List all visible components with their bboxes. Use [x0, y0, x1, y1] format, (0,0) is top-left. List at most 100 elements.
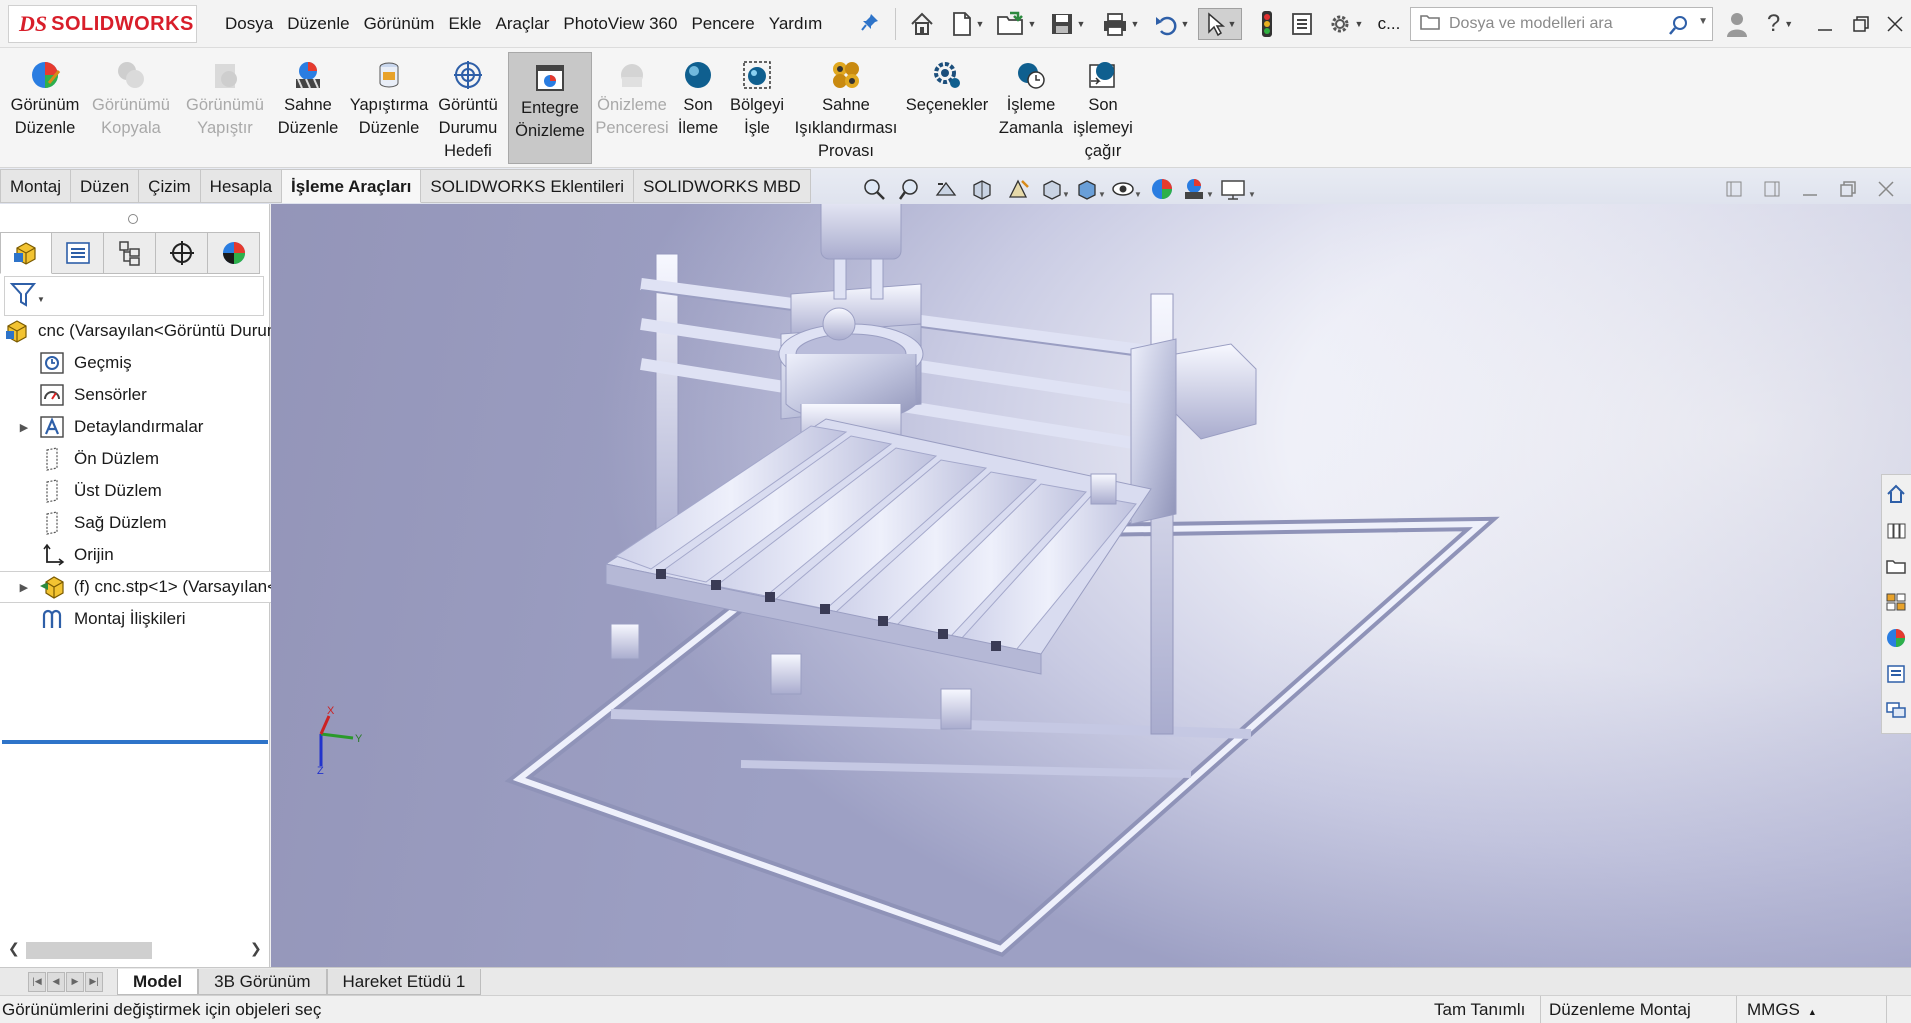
- design-library-icon[interactable]: [1882, 513, 1910, 547]
- pin-menu-icon[interactable]: [860, 12, 880, 32]
- edit-decal-button[interactable]: Yapıştırma Düzenle: [346, 50, 432, 140]
- featuremanager-tab-icon[interactable]: [0, 232, 52, 274]
- menu-edit[interactable]: Düzenle: [280, 14, 356, 34]
- menu-help[interactable]: Yardım: [762, 14, 830, 34]
- tab-assembly[interactable]: Montaj: [0, 169, 72, 203]
- paste-appearance-button[interactable]: Görünümü Yapıştır: [180, 50, 270, 140]
- menu-photoview[interactable]: PhotoView 360: [556, 14, 684, 34]
- tab-layout[interactable]: Düzen: [71, 169, 140, 203]
- cnc-model-render[interactable]: [271, 204, 1911, 967]
- units-dropdown-icon[interactable]: ▲: [1808, 1007, 1817, 1017]
- scene-illumination-proof-button[interactable]: Sahne Işıklandırması Provası: [792, 50, 900, 163]
- hide-show-items-icon[interactable]: ▼: [1110, 175, 1142, 203]
- tree-item-top-plane[interactable]: Üst Düzlem: [0, 475, 270, 507]
- horizontal-scrollbar[interactable]: ❮ ❯: [0, 937, 268, 963]
- tree-item-sensors[interactable]: Sensörler: [0, 379, 270, 411]
- rebuild-traffic-light-icon[interactable]: [1254, 8, 1280, 40]
- minimize-document-icon[interactable]: [1795, 176, 1825, 202]
- solidworks-resources-icon[interactable]: [1882, 477, 1910, 511]
- solidworks-logo[interactable]: DS SOLIDWORKS: [8, 5, 197, 43]
- search-dropdown-icon[interactable]: ▼: [1698, 16, 1708, 27]
- view-palette-icon[interactable]: [1882, 585, 1910, 619]
- restore-document-icon[interactable]: [1833, 176, 1863, 202]
- tab-sketch[interactable]: Çizim: [139, 169, 201, 203]
- graphics-area[interactable]: X Y Z: [271, 204, 1911, 967]
- file-explorer-icon[interactable]: [1882, 549, 1910, 583]
- section-view-icon[interactable]: [966, 175, 998, 203]
- schedule-render-button[interactable]: İşleme Zamanla: [994, 50, 1068, 140]
- new-document-icon[interactable]: ▼: [945, 8, 989, 40]
- menu-view[interactable]: Görünüm: [357, 14, 442, 34]
- status-units[interactable]: MMGS ▲: [1736, 996, 1886, 1023]
- zoom-to-fit-icon[interactable]: [858, 175, 890, 203]
- tab-render-tools[interactable]: İşleme Araçları: [282, 169, 422, 203]
- restore-window-icon[interactable]: [1846, 10, 1876, 38]
- tab-evaluate[interactable]: Hesapla: [200, 169, 283, 203]
- tab-3d-views[interactable]: 3B Görünüm: [198, 969, 327, 995]
- save-icon[interactable]: ▼: [1044, 8, 1090, 40]
- minimize-window-icon[interactable]: [1810, 10, 1840, 38]
- scrollbar-thumb[interactable]: [26, 942, 152, 959]
- filter-icon[interactable]: ▼: [9, 280, 47, 313]
- file-properties-icon[interactable]: [1286, 8, 1318, 40]
- display-style-icon[interactable]: ▼: [1074, 175, 1106, 203]
- print-icon[interactable]: ▼: [1096, 8, 1144, 40]
- edit-appearance-hud-icon[interactable]: [1146, 175, 1178, 203]
- scroll-right-icon[interactable]: ❯: [250, 940, 262, 957]
- prev-tab-icon[interactable]: ◀: [47, 971, 65, 992]
- appearances-scenes-icon[interactable]: [1882, 621, 1910, 655]
- menu-file[interactable]: Dosya: [218, 14, 280, 34]
- custom-properties-icon[interactable]: [1882, 657, 1910, 691]
- tree-item-history[interactable]: Geçmiş: [0, 347, 270, 379]
- panel-resize-handle[interactable]: [128, 214, 138, 224]
- first-tab-icon[interactable]: |◀: [28, 971, 46, 992]
- resize-grip-icon[interactable]: [1886, 996, 1911, 1023]
- quick-access-truncated[interactable]: c...: [1374, 8, 1404, 40]
- expand-right-icon[interactable]: [1757, 176, 1787, 202]
- tab-motion-study[interactable]: Hareket Etüdü 1: [326, 969, 482, 995]
- displaymanager-tab-icon[interactable]: [208, 232, 260, 274]
- recall-last-render-button[interactable]: Son işlemeyi çağır: [1070, 50, 1136, 163]
- menu-tools[interactable]: Araçlar: [489, 14, 557, 34]
- edit-scene-button[interactable]: Sahne Düzenle: [272, 50, 344, 140]
- tab-solidworks-addins[interactable]: SOLIDWORKS Eklentileri: [421, 169, 635, 203]
- dimxpertmanager-tab-icon[interactable]: [156, 232, 208, 274]
- undo-icon[interactable]: ▼: [1148, 8, 1194, 40]
- final-render-button[interactable]: Son İleme: [674, 50, 722, 140]
- menu-insert[interactable]: Ekle: [441, 14, 488, 34]
- tree-item-root-assembly[interactable]: cnc (Varsayılan<Görüntü Durumu-1>): [0, 315, 321, 347]
- tree-item-origin[interactable]: Orijin: [0, 539, 270, 571]
- user-account-icon[interactable]: [1722, 10, 1752, 38]
- help-icon[interactable]: ? ▼: [1758, 10, 1802, 38]
- last-tab-icon[interactable]: ▶|: [85, 971, 103, 992]
- open-folder-icon[interactable]: ▼: [992, 8, 1040, 40]
- preview-window-button[interactable]: Önizleme Penceresi: [592, 50, 672, 140]
- close-document-icon[interactable]: [1871, 176, 1901, 202]
- tree-item-cnc-part[interactable]: ▶ (f) cnc.stp<1> (Varsayılan<Görüntü Dur…: [0, 571, 283, 603]
- forum-icon[interactable]: [1882, 693, 1910, 727]
- rollback-bar[interactable]: [2, 740, 268, 744]
- expand-left-icon[interactable]: [1719, 176, 1749, 202]
- menu-window[interactable]: Pencere: [684, 14, 761, 34]
- dynamic-annotation-icon[interactable]: [1002, 175, 1034, 203]
- expand-arrow-icon[interactable]: ▶: [10, 581, 38, 594]
- edit-appearance-button[interactable]: Görünüm Düzenle: [4, 50, 86, 140]
- apply-scene-icon[interactable]: ▼: [1182, 175, 1214, 203]
- options-button[interactable]: Seçenekler: [904, 50, 990, 117]
- render-region-button[interactable]: Bölgeyi İşle: [726, 50, 788, 140]
- search-input[interactable]: [1449, 15, 1669, 33]
- tree-item-right-plane[interactable]: Sağ Düzlem: [0, 507, 270, 539]
- configurationmanager-tab-icon[interactable]: [104, 232, 156, 274]
- view-settings-icon[interactable]: ▼: [1218, 175, 1258, 203]
- close-window-icon[interactable]: [1880, 10, 1910, 38]
- tree-filter[interactable]: ▼: [4, 276, 264, 316]
- tab-solidworks-mbd[interactable]: SOLIDWORKS MBD: [634, 169, 811, 203]
- search-icon[interactable]: [1668, 14, 1690, 41]
- tree-item-annotations[interactable]: ▶ Detaylandırmalar: [0, 411, 270, 443]
- select-cursor-icon[interactable]: ▼: [1198, 8, 1242, 40]
- scroll-left-icon[interactable]: ❮: [8, 940, 20, 957]
- next-tab-icon[interactable]: ▶: [66, 971, 84, 992]
- tab-model[interactable]: Model: [117, 969, 199, 995]
- integrated-preview-button[interactable]: Entegre Önizleme: [508, 52, 592, 164]
- copy-appearance-button[interactable]: Görünümü Kopyala: [90, 50, 172, 140]
